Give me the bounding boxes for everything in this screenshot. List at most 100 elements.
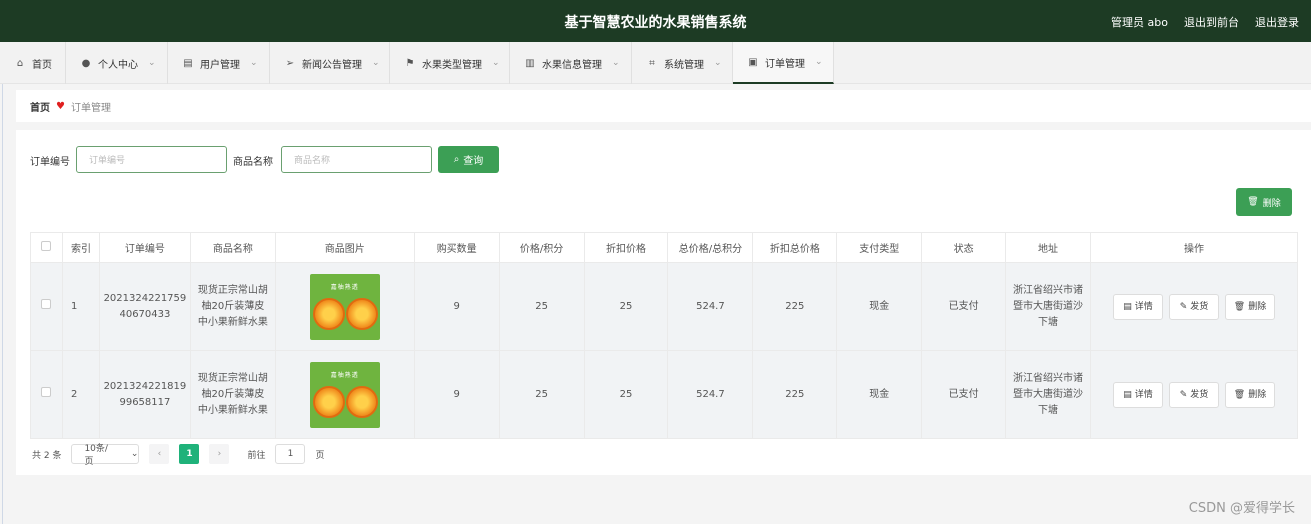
chevron-down-icon: ⌄: [250, 58, 258, 68]
cell-total: 524.7: [667, 350, 754, 439]
cell-discount-price: 25: [583, 262, 669, 351]
column-header: 支付类型: [836, 232, 923, 263]
column-header: 折扣价格: [583, 232, 669, 263]
cell-product: 现货正宗常山胡柚20斤装薄皮中小果新鲜水果: [189, 262, 276, 351]
detail-label: 详情: [1134, 301, 1153, 312]
breadcrumb-current: 订单管理: [70, 102, 111, 114]
exit-to-front-link[interactable]: 退出到前台: [1184, 14, 1239, 30]
page-size-value: 10条/页: [84, 444, 108, 467]
trash-icon: 🗑: [1247, 197, 1259, 207]
chevron-down-icon: ⌄: [492, 58, 500, 68]
nav-item-orders[interactable]: ▣ 订单管理 ⌄: [733, 42, 834, 84]
nav-label: 水果信息管理: [542, 59, 602, 71]
nav-item-home[interactable]: ⌂ 首页: [0, 42, 66, 84]
nav-label: 用户管理: [200, 59, 240, 71]
nav-item-fruit-types[interactable]: ⚑ 水果类型管理 ⌄: [390, 42, 510, 84]
row-delete-label: 删除: [1248, 301, 1267, 312]
ship-button[interactable]: ✎ 发货: [1168, 381, 1219, 408]
nav-label: 首页: [32, 59, 52, 71]
column-header: 订单编号: [98, 232, 191, 263]
order-no-label: 订单编号: [30, 157, 70, 168]
top-header: 基于智慧农业的水果销售系统 管理员 abo 退出到前台 退出登录: [0, 0, 1311, 42]
prev-page-button[interactable]: ‹: [149, 444, 170, 464]
crop-icon: ⌗: [649, 57, 655, 69]
select-all-checkbox[interactable]: [30, 232, 63, 263]
goto-label: 前往: [247, 450, 266, 461]
cell-product: 现货正宗常山胡柚20斤装薄皮中小果新鲜水果: [189, 350, 276, 439]
next-page-button[interactable]: ›: [209, 444, 230, 464]
row-checkbox[interactable]: [30, 262, 63, 351]
nav-item-users[interactable]: ▤ 用户管理 ⌄: [168, 42, 270, 84]
column-header: 折扣总价格: [752, 232, 838, 263]
product-name-input[interactable]: 商品名称: [281, 146, 432, 173]
flag-icon: ⚑: [405, 57, 415, 69]
column-header: 操作: [1089, 232, 1299, 263]
column-header: 价格/积分: [498, 232, 585, 263]
admin-label: 管理员 abo: [1111, 16, 1168, 29]
total-count: 共 2 条: [32, 450, 62, 461]
cell-address: 浙江省绍兴市诸暨市大唐街道沙下塘: [1005, 262, 1091, 351]
nav-item-fruit-info[interactable]: ▥ 水果信息管理 ⌄: [510, 42, 632, 84]
cell-index: 2: [61, 350, 100, 439]
row-checkbox[interactable]: [30, 350, 63, 439]
logout-link[interactable]: 退出登录: [1255, 14, 1299, 30]
cell-status: 已支付: [921, 262, 1007, 351]
nav-item-personal[interactable]: ● 个人中心 ⌄: [66, 42, 168, 84]
nav-item-system[interactable]: ⌗ 系统管理 ⌄: [632, 42, 733, 84]
search-icon: ⌕: [453, 154, 460, 165]
detail-icon: ▤: [1123, 389, 1132, 400]
ship-label: 发货: [1190, 301, 1209, 312]
cell-discount-price: 25: [583, 350, 669, 439]
column-header: 商品图片: [274, 232, 415, 263]
image-caption: 嘉柚熟透: [330, 283, 359, 291]
cell-pay-type: 现金: [836, 262, 923, 351]
cell-price: 25: [498, 350, 585, 439]
chevron-down-icon: ⌄: [372, 58, 380, 68]
page-size-select[interactable]: 10条/页 ⌄: [71, 444, 140, 467]
cell-index: 1: [61, 262, 100, 351]
clipboard-icon: ▤: [183, 57, 193, 69]
column-header: 商品名称: [189, 232, 276, 263]
chevron-down-icon: ⌄: [714, 58, 722, 68]
nav-label: 水果类型管理: [422, 59, 482, 71]
nav-item-news[interactable]: ➢ 新闻公告管理 ⌄: [270, 42, 390, 84]
goto-page-input[interactable]: 1: [275, 444, 306, 464]
chevron-down-icon: ⌄: [815, 57, 823, 67]
order-no-input[interactable]: 订单编号: [76, 146, 227, 173]
column-header: 状态: [921, 232, 1007, 263]
row-delete-label: 删除: [1248, 389, 1267, 400]
chevron-down-icon: ⌄: [148, 58, 156, 68]
chevron-right-icon: ›: [217, 449, 222, 459]
heart-icon: ♥: [56, 100, 65, 112]
table-row: 2 2021324221819 99658117 现货正宗常山胡柚20斤装薄皮中…: [30, 350, 1299, 439]
batch-delete-button[interactable]: 🗑 删除: [1236, 188, 1292, 216]
ship-button[interactable]: ✎ 发货: [1168, 293, 1219, 320]
breadcrumb: 首页 ♥ 订单管理: [16, 90, 1311, 122]
page-number[interactable]: 1: [179, 444, 200, 464]
chevron-left-icon: ‹: [157, 449, 162, 459]
nav-label: 订单管理: [765, 58, 805, 70]
detail-button[interactable]: ▤ 详情: [1112, 293, 1163, 320]
image-caption: 嘉柚熟透: [330, 371, 359, 379]
user-icon: ●: [81, 57, 91, 69]
query-label: 查询: [463, 156, 484, 167]
nav-label: 个人中心: [98, 59, 138, 71]
main-panel: 订单编号 订单编号 商品名称 商品名称 ⌕ 查询 🗑 删除 索引 订单编号 商品…: [16, 130, 1311, 475]
cell-address: 浙江省绍兴市诸暨市大唐街道沙下塘: [1005, 350, 1091, 439]
cell-status: 已支付: [921, 350, 1007, 439]
query-button[interactable]: ⌕ 查询: [438, 146, 499, 173]
column-header: 总价格/总积分: [667, 232, 754, 263]
row-delete-button[interactable]: 🗑 删除: [1224, 293, 1275, 320]
detail-button[interactable]: ▤ 详情: [1112, 381, 1163, 408]
cell-pay-type: 现金: [836, 350, 923, 439]
cell-image: 嘉柚熟透: [274, 350, 415, 439]
row-delete-button[interactable]: 🗑 删除: [1224, 381, 1275, 408]
edit-icon: ✎: [1179, 389, 1188, 400]
cell-discount-total: 225: [752, 262, 838, 351]
cell-order-no: 2021324221759 40670433: [98, 262, 191, 351]
cell-price: 25: [498, 262, 585, 351]
fruit-image: 嘉柚熟透: [309, 273, 380, 340]
breadcrumb-home[interactable]: 首页: [30, 99, 50, 114]
cell-discount-total: 225: [752, 350, 838, 439]
column-header: 地址: [1005, 232, 1091, 263]
